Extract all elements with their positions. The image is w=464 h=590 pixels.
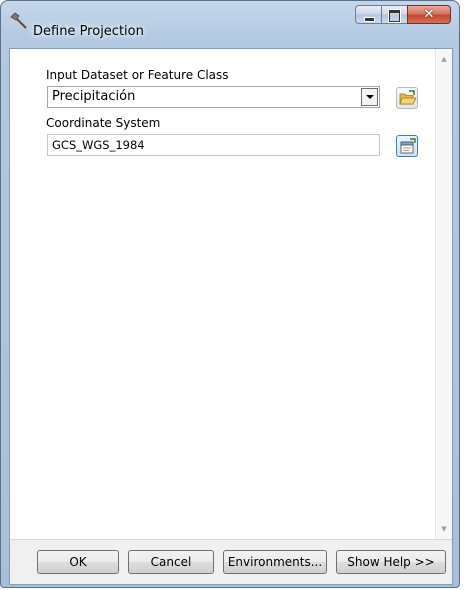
caption-buttons: ✕ — [355, 5, 451, 25]
dialog-client-area: Input Dataset or Feature Class Precipita… — [9, 48, 453, 585]
coordinate-system-label: Coordinate System — [46, 116, 161, 130]
input-dataset-combobox[interactable]: Precipitación — [47, 86, 380, 108]
cancel-button[interactable]: Cancel — [128, 550, 214, 574]
scroll-up-icon[interactable]: ▲ — [436, 55, 452, 63]
window-title: Define Projection — [33, 24, 144, 39]
vertical-scrollbar[interactable]: ▲ ▼ — [435, 49, 452, 539]
spatial-reference-properties-button[interactable] — [396, 135, 418, 157]
input-dataset-label: Input Dataset or Feature Class — [46, 68, 229, 82]
close-icon: ✕ — [423, 7, 435, 22]
spatial-reference-properties-icon — [400, 138, 416, 154]
environments-button[interactable]: Environments... — [223, 550, 327, 574]
define-projection-window: Define Projection ✕ Input Dataset or Fea… — [0, 0, 460, 588]
scroll-down-icon[interactable]: ▼ — [436, 525, 452, 533]
hammer-icon — [10, 12, 28, 30]
dropdown-arrow-button[interactable] — [361, 88, 378, 106]
minimize-icon — [364, 17, 375, 22]
coordinate-system-field[interactable]: GCS_WGS_1984 — [47, 134, 380, 156]
open-folder-icon — [399, 90, 417, 105]
close-button[interactable]: ✕ — [407, 5, 451, 24]
coordinate-system-value: GCS_WGS_1984 — [52, 138, 145, 152]
title-bar[interactable]: Define Projection ✕ — [1, 1, 459, 49]
ok-button[interactable]: OK — [37, 550, 119, 574]
show-help-button[interactable]: Show Help >> — [336, 550, 446, 574]
maximize-icon — [389, 10, 400, 22]
minimize-button[interactable] — [355, 5, 381, 24]
browse-input-button[interactable] — [396, 87, 418, 109]
maximize-button[interactable] — [381, 5, 407, 24]
parameters-panel: Input Dataset or Feature Class Precipita… — [10, 49, 452, 540]
input-dataset-value: Precipitación — [52, 89, 136, 104]
